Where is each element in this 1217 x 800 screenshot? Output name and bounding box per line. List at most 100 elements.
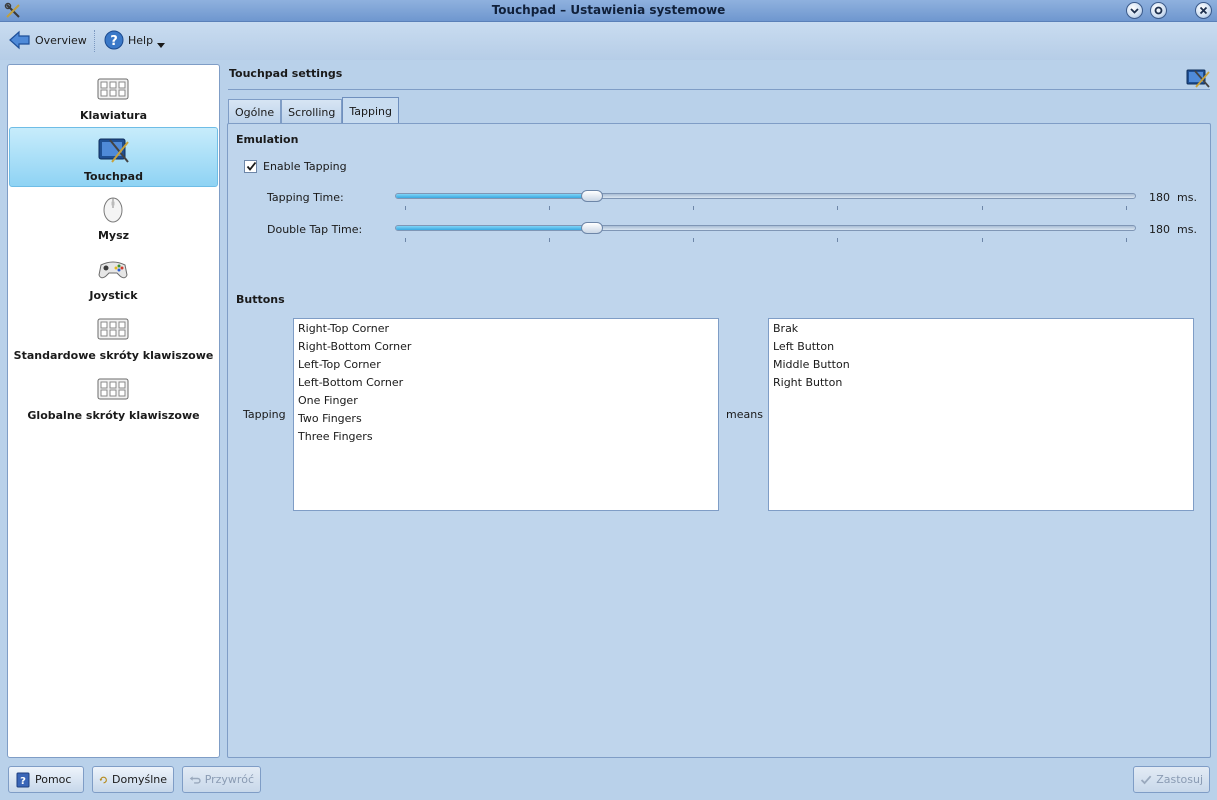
slider-tick [1126,238,1127,242]
slider-ticks [395,238,1136,242]
checkbox-box[interactable] [244,160,257,173]
svg-text:?: ? [20,776,26,787]
tapping-time-slider[interactable] [395,190,1136,202]
reset-button[interactable]: Przywróć [182,766,261,793]
keyboard-icon [97,318,129,340]
checkmark-icon [1140,775,1152,784]
means-label: means [726,408,763,421]
checkmark-icon [246,161,257,171]
tapping-label: Tapping [243,408,286,421]
slider-handle[interactable] [581,190,603,202]
value-unit: ms. [1177,191,1197,204]
defaults-icon [99,776,107,783]
sidebar-item-standard-shortcuts[interactable]: Standardowe skróty klawiszowe [9,307,218,367]
dropdown-arrow-icon [157,43,166,48]
defaults-button-label: Domyślne [112,773,167,786]
tab-tapping[interactable]: Tapping [342,97,399,124]
joystick-icon [98,261,128,279]
list-item[interactable]: Right-Bottom Corner [298,340,714,358]
help-menu-button[interactable]: ? Help [104,28,166,52]
list-item[interactable]: Brak [773,322,1189,340]
window-title: Touchpad – Ustawienia systemowe [491,3,726,17]
slider-tick [982,206,983,210]
list-item[interactable]: Left-Top Corner [298,358,714,376]
minimize-button[interactable] [1126,2,1143,19]
list-item[interactable]: Right-Top Corner [298,322,714,340]
sidebar-item-mouse[interactable]: Mysz [9,187,218,247]
button-mapping-list[interactable]: Brak Left Button Middle Button Right Button [768,318,1194,511]
list-item[interactable]: One Finger [298,394,714,412]
tapping-time-value: 180 ms. [1149,191,1197,204]
slider-tick [405,238,406,242]
title-bar: Touchpad – Ustawienia systemowe [0,0,1217,22]
page-title: Touchpad settings [229,67,343,80]
list-item[interactable]: Two Fingers [298,412,714,430]
mouse-icon [103,197,123,223]
sidebar-item-joystick[interactable]: Joystick [9,247,218,307]
list-item[interactable]: Left Button [773,340,1189,358]
undo-icon [189,775,201,784]
slider-tick [693,238,694,242]
buttons-group-title: Buttons [236,293,285,306]
maximize-button[interactable] [1150,2,1167,19]
tapping-action-list[interactable]: Right-Top Corner Right-Bottom Corner Left-… [293,318,719,511]
keyboard-icon [97,78,129,100]
tab-general[interactable]: Ogólne [228,99,282,124]
tab-label: Tapping [349,104,392,118]
slider-ticks [395,206,1136,210]
value-unit: ms. [1177,223,1197,236]
tapping-time-label: Tapping Time: [267,191,344,204]
slider-tick [549,206,550,210]
list-item[interactable]: Middle Button [773,358,1189,376]
list-item[interactable]: Three Fingers [298,430,714,448]
sidebar-item-touchpad[interactable]: Touchpad [9,127,218,187]
slider-fill [396,194,592,198]
reset-button-label: Przywróć [204,773,254,786]
apply-button[interactable]: Zastosuj [1133,766,1210,793]
double-tap-time-slider[interactable] [395,222,1136,234]
sidebar-item-label: Globalne skróty klawiszowe [27,409,200,422]
list-item[interactable]: Left-Bottom Corner [298,376,714,394]
category-list: Klawiatura Touchpad Mysz Joystick Standa… [7,64,220,758]
help-button[interactable]: ? Pomoc [8,766,84,793]
svg-text:?: ? [110,34,118,49]
help-book-icon: ? [16,772,30,787]
tab-label: Scrolling [288,105,336,119]
sidebar-item-label: Mysz [97,229,130,242]
double-tap-time-label: Double Tap Time: [267,223,363,236]
slider-tick [982,238,983,242]
value-number: 180 [1149,191,1170,204]
enable-tapping-label: Enable Tapping [263,160,347,173]
defaults-button[interactable]: Domyślne [92,766,174,793]
value-number: 180 [1149,223,1170,236]
tab-bar: Ogólne Scrolling Tapping [228,97,399,124]
sidebar-item-label: Touchpad [84,170,143,183]
toolbar: Overview ? Help [0,22,1217,60]
touchpad-icon [98,138,129,163]
apply-button-label: Zastosuj [1156,773,1203,786]
help-button-label: Pomoc [35,773,72,786]
slider-fill [396,226,592,230]
overview-button[interactable]: Overview [9,28,87,52]
slider-tick [1126,206,1127,210]
back-arrow-icon [9,30,30,50]
tab-scrolling[interactable]: Scrolling [281,99,343,124]
overview-label: Overview [35,33,87,47]
slider-tick [837,206,838,210]
slider-tick [549,238,550,242]
close-button[interactable] [1195,2,1212,19]
tab-label: Ogólne [235,105,275,119]
sidebar-item-keyboard[interactable]: Klawiatura [9,67,218,127]
sidebar-item-label: Standardowe skróty klawiszowe [13,349,214,362]
slider-tick [693,206,694,210]
slider-tick [405,206,406,210]
slider-handle[interactable] [581,222,603,234]
sidebar-item-label: Klawiatura [79,109,147,122]
help-icon: ? [104,30,124,50]
slider-tick [837,238,838,242]
toolbar-separator [94,30,95,52]
touchpad-icon [1186,69,1210,88]
enable-tapping-checkbox[interactable]: Enable Tapping [244,160,347,173]
list-item[interactable]: Right Button [773,376,1189,394]
sidebar-item-global-shortcuts[interactable]: Globalne skróty klawiszowe [9,367,218,427]
